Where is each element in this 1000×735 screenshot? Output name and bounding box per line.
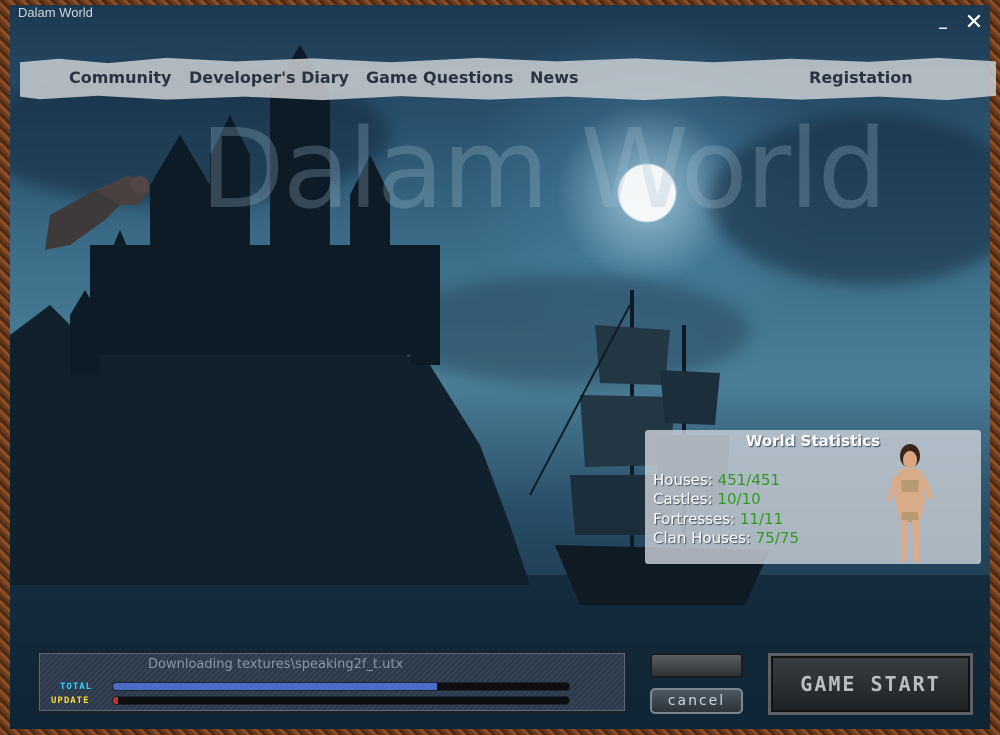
stat-label: Clan Houses: <box>653 529 751 547</box>
total-label: TOTAL <box>60 682 93 692</box>
window-title: Dalam World <box>18 5 93 20</box>
stat-row-clan-houses: Clan Houses: 75/75 <box>653 529 799 547</box>
stat-row-houses: Houses: 451/451 <box>653 471 780 489</box>
close-button[interactable]: ✕ <box>963 12 985 36</box>
nav-community[interactable]: Community <box>69 68 171 87</box>
stat-row-fortresses: Fortresses: 11/11 <box>653 510 783 528</box>
nav-game-questions[interactable]: Game Questions <box>366 68 513 87</box>
stat-label: Fortresses: <box>653 510 736 528</box>
world-statistics-panel: World Statistics Houses: 451/451 Castles… <box>645 430 981 564</box>
blank-button[interactable] <box>650 653 743 678</box>
total-progress-fill <box>113 683 437 690</box>
stat-label: Houses: <box>653 471 713 489</box>
logo-watermark: Dalam World <box>200 105 887 233</box>
cancel-button[interactable]: cancel <box>650 688 743 714</box>
nav-news[interactable]: News <box>530 68 579 87</box>
stat-value: 11/11 <box>739 510 784 528</box>
nav-registration[interactable]: Registation <box>809 68 913 87</box>
stat-label: Castles: <box>653 490 713 508</box>
stat-value: 10/10 <box>717 490 761 508</box>
character-portrait <box>887 444 933 562</box>
nav-developers-diary[interactable]: Developer's Diary <box>189 68 349 87</box>
stat-value: 75/75 <box>755 529 799 547</box>
update-label: UPDATE <box>51 696 90 706</box>
minimize-button[interactable]: _ <box>935 12 951 30</box>
total-progress-bar <box>112 682 570 691</box>
stat-row-castles: Castles: 10/10 <box>653 490 761 508</box>
update-progress-fill <box>113 697 118 704</box>
download-status-text: Downloading textures\speaking2f_t.utx <box>148 657 404 672</box>
game-start-button[interactable]: GAME START <box>768 653 973 715</box>
stat-value: 451/451 <box>717 471 780 489</box>
update-progress-bar <box>112 696 570 705</box>
